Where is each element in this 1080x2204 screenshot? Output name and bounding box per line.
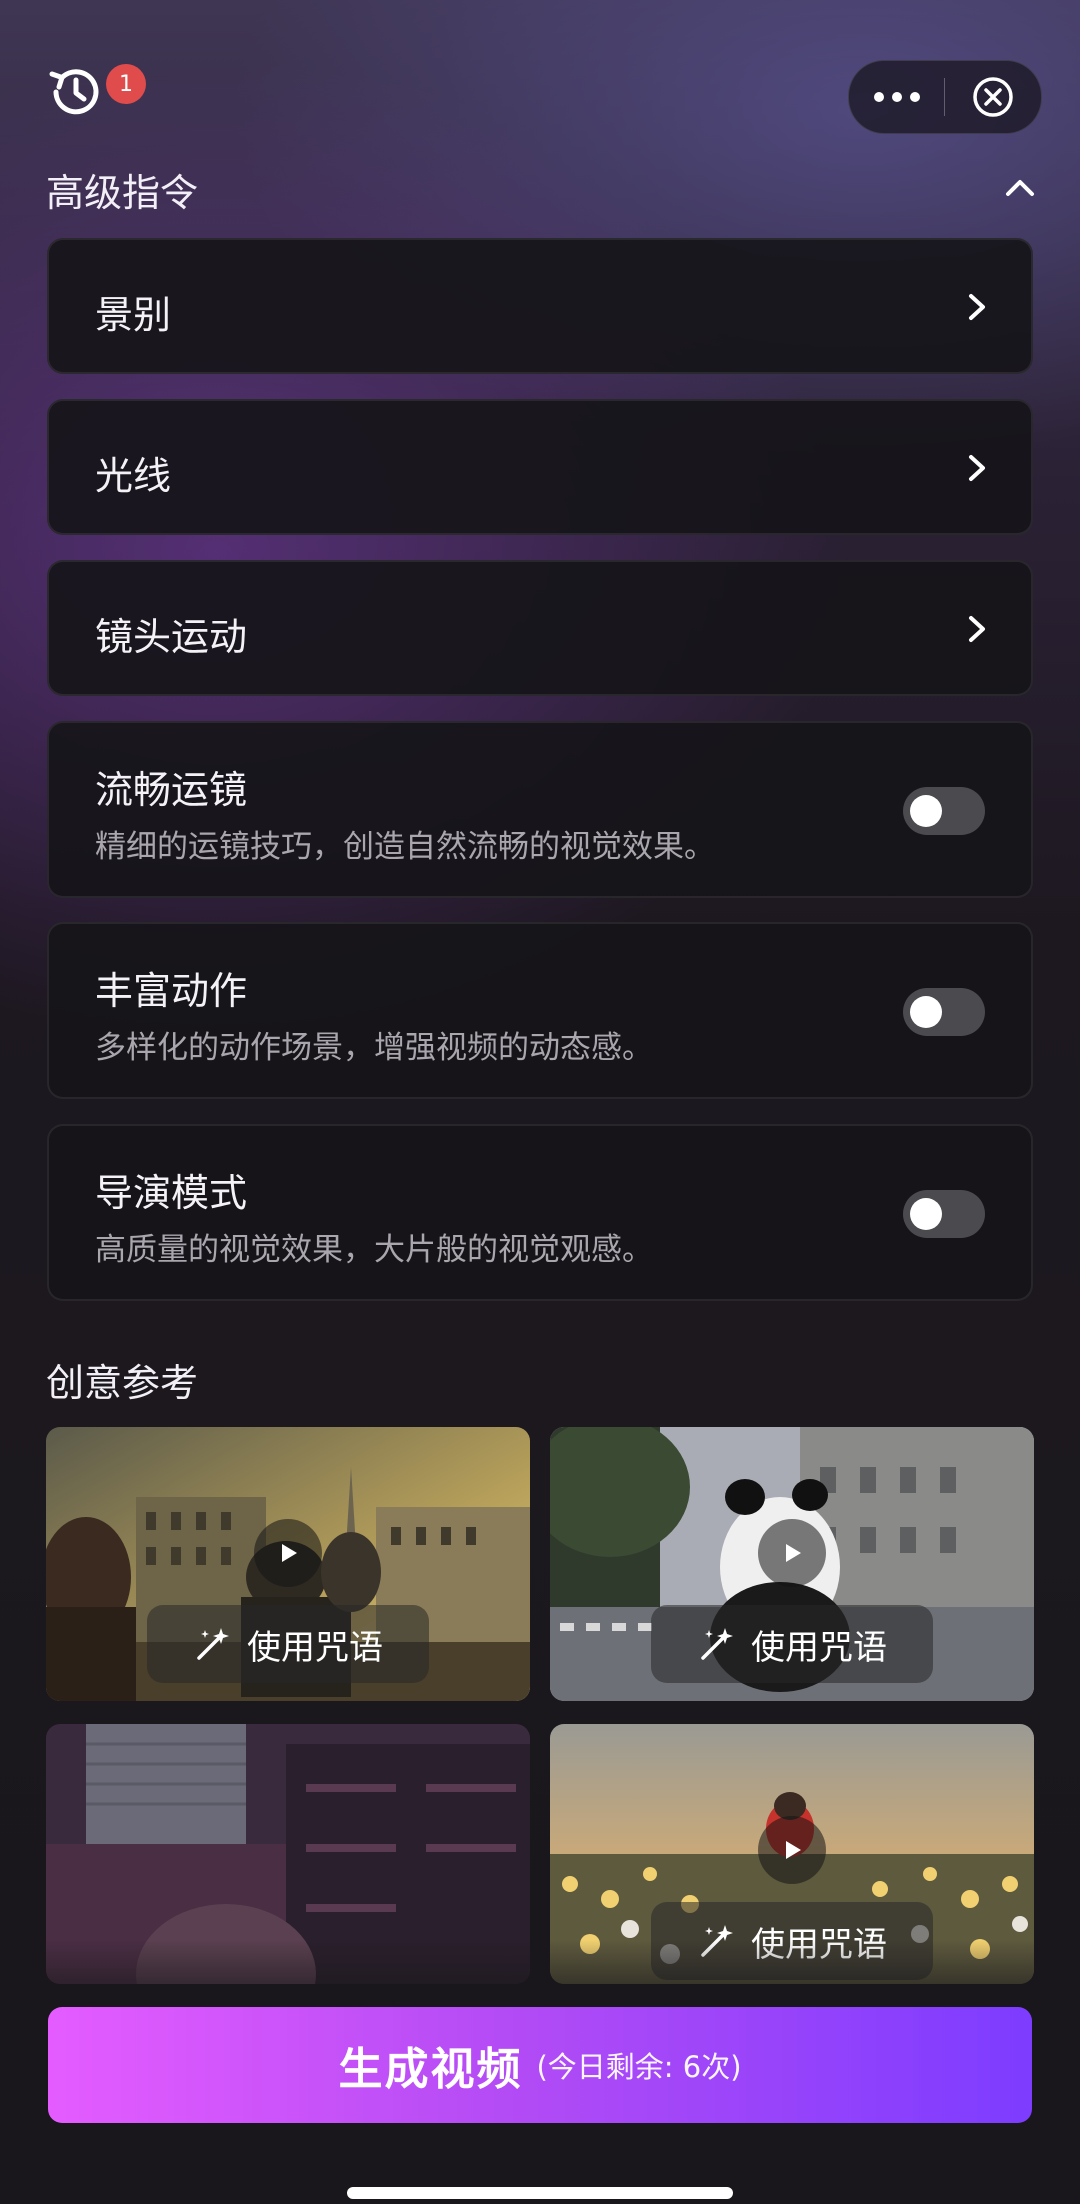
- director-mode-row: 导演模式 高质量的视觉效果，大片般的视觉观感。: [47, 1124, 1033, 1301]
- lighting-label: 光线: [95, 454, 172, 498]
- smooth-camera-label: 流畅运镜: [95, 768, 248, 812]
- mini-program-capsule: [848, 60, 1042, 134]
- play-button[interactable]: [254, 1519, 322, 1587]
- toggle-knob: [910, 795, 942, 827]
- notification-badge: 1: [106, 64, 146, 104]
- close-button[interactable]: [945, 61, 1040, 133]
- reference-card-paris[interactable]: 使用咒语: [46, 1427, 530, 1701]
- use-prompt-button[interactable]: 使用咒语: [651, 1605, 933, 1683]
- play-icon: [282, 1544, 297, 1562]
- rich-action-toggle[interactable]: [903, 988, 985, 1036]
- smooth-camera-desc: 精细的运镜技巧，创造自然流畅的视觉效果。: [95, 829, 715, 865]
- shot-size-label: 景别: [95, 293, 172, 337]
- play-icon: [786, 1841, 801, 1859]
- more-button[interactable]: [849, 61, 944, 133]
- smooth-camera-row: 流畅运镜 精细的运镜技巧，创造自然流畅的视觉效果。: [47, 721, 1033, 898]
- magic-wand-icon: [701, 1628, 733, 1660]
- rich-action-label: 丰富动作: [95, 969, 248, 1013]
- generate-video-button[interactable]: 生成视频 (今日剩余: 6次): [48, 2007, 1032, 2123]
- use-prompt-label: 使用咒语: [247, 1627, 383, 1668]
- director-mode-desc: 高质量的视觉效果，大片般的视觉观感。: [95, 1232, 653, 1268]
- chevron-right-icon: [969, 455, 985, 481]
- smooth-camera-toggle[interactable]: [903, 787, 985, 835]
- more-dot-icon: [873, 92, 884, 102]
- chevron-right-icon: [969, 294, 985, 320]
- play-button[interactable]: [758, 1816, 826, 1884]
- rich-action-desc: 多样化的动作场景，增强视频的动态感。: [95, 1030, 653, 1066]
- use-prompt-label: 使用咒语: [751, 1627, 887, 1668]
- camera-motion-row[interactable]: 镜头运动: [47, 560, 1033, 696]
- lighting-row[interactable]: 光线: [47, 399, 1033, 535]
- camera-motion-label: 镜头运动: [95, 615, 248, 659]
- more-dot-icon: [891, 92, 902, 102]
- use-prompt-button[interactable]: 使用咒语: [147, 1605, 429, 1683]
- director-mode-toggle[interactable]: [903, 1190, 985, 1238]
- remaining-count: (今日剩余: 6次): [536, 2050, 742, 2084]
- close-icon: [972, 77, 1013, 117]
- director-mode-label: 导演模式: [95, 1171, 248, 1215]
- generate-label: 生成视频: [338, 2044, 523, 2095]
- toggle-knob: [910, 996, 942, 1028]
- play-icon: [786, 1544, 801, 1562]
- home-indicator: [347, 2187, 733, 2199]
- magic-wand-icon: [197, 1628, 229, 1660]
- reference-card-panda[interactable]: 使用咒语: [550, 1427, 1034, 1701]
- chevron-right-icon: [969, 616, 985, 642]
- more-dot-icon: [909, 92, 920, 102]
- advanced-section-title: 高级指令: [46, 171, 199, 215]
- rich-action-row: 丰富动作 多样化的动作场景，增强视频的动态感。: [47, 922, 1033, 1099]
- history-icon[interactable]: [46, 62, 106, 122]
- toggle-knob: [910, 1198, 942, 1230]
- play-button[interactable]: [758, 1519, 826, 1587]
- collapse-chevron-icon[interactable]: [1000, 168, 1040, 208]
- creative-section-title: 创意参考: [46, 1361, 199, 1405]
- shot-size-row[interactable]: 景别: [47, 238, 1033, 374]
